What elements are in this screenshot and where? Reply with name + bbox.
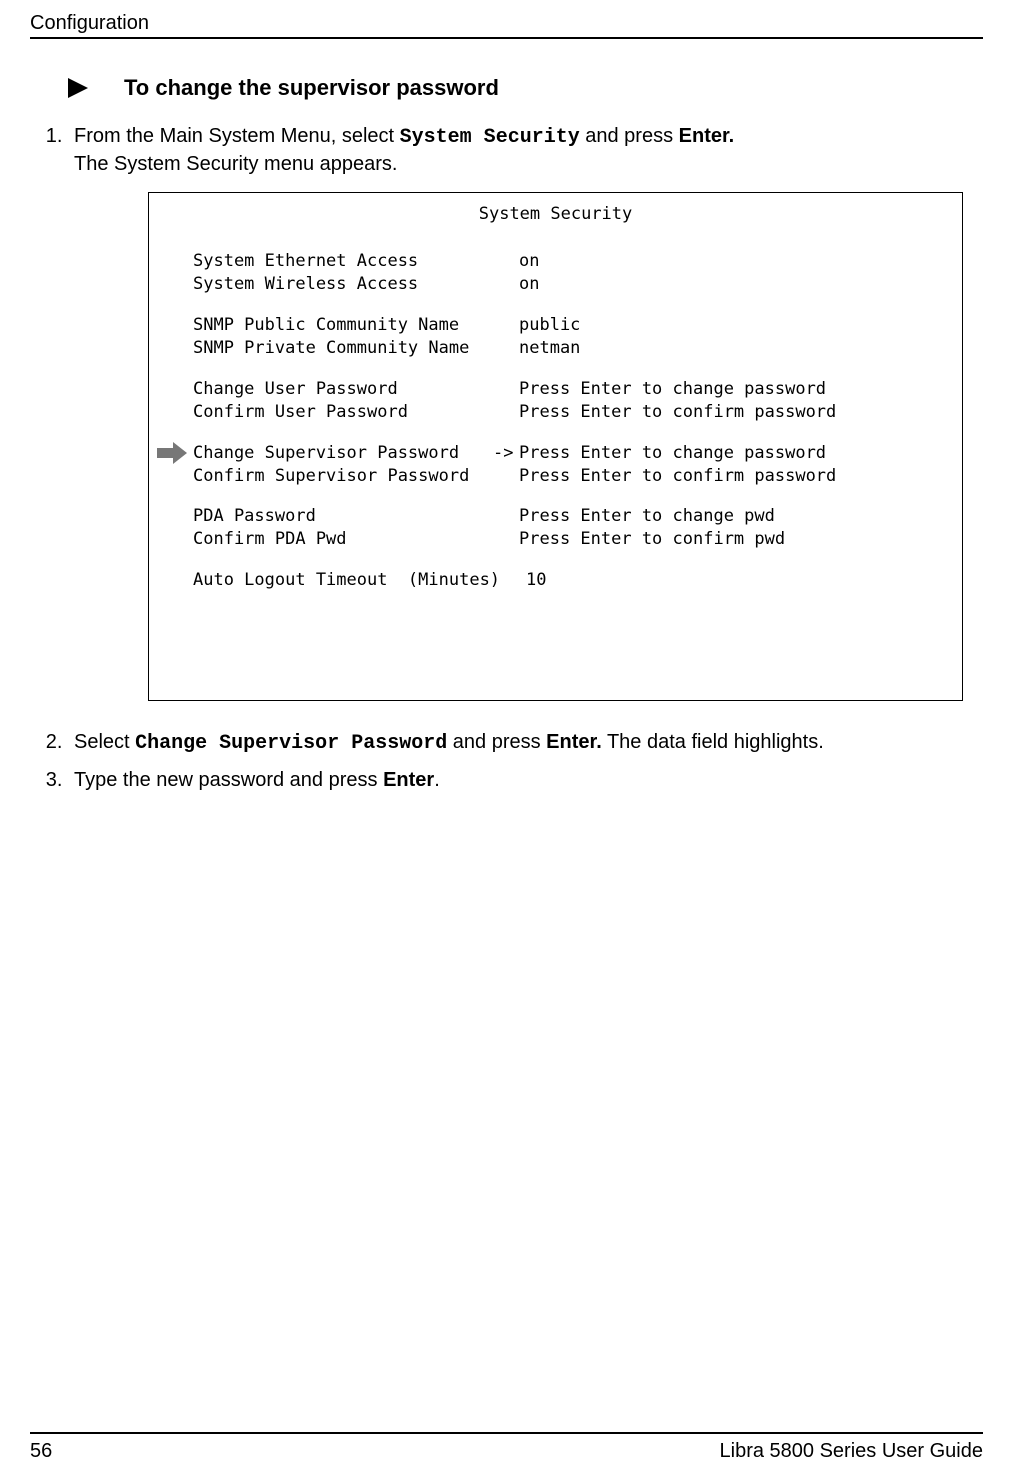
page-footer: 56 Libra 5800 Series User Guide <box>30 1432 983 1463</box>
terminal-label: Confirm User Password <box>193 401 493 424</box>
terminal-row: Auto Logout Timeout (Minutes) 10 <box>193 569 946 592</box>
running-header: Configuration <box>30 12 983 37</box>
terminal-block-2: Change User Password Press Enter to chang… <box>193 378 946 424</box>
footer-rule <box>30 1432 983 1434</box>
step-2-text-c: The data field highlights. <box>602 731 824 753</box>
step-1: From the Main System Menu, select System… <box>68 123 983 701</box>
terminal-row: SNMP Public Community Name public <box>193 314 946 337</box>
terminal-label: Confirm PDA Pwd <box>193 528 493 551</box>
terminal-row: PDA Password Press Enter to change pwd <box>193 505 946 528</box>
terminal-value: netman <box>519 337 946 360</box>
step-1-text-c: The System Security menu appears. <box>74 153 397 175</box>
step-2: Select Change Supervisor Password and pr… <box>68 729 983 757</box>
header-rule <box>30 37 983 39</box>
step-1-code: System Security <box>400 126 580 149</box>
terminal-label: Auto Logout Timeout (Minutes) <box>193 569 500 592</box>
terminal-arrow <box>493 505 519 528</box>
terminal-block-3: Change Supervisor Password->Press Enter … <box>161 442 946 488</box>
step-3: Type the new password and press Enter. <box>68 767 983 794</box>
step-1-ui: Enter. <box>679 125 735 147</box>
terminal-block-1: SNMP Public Community Name public SNMP Pr… <box>193 314 946 360</box>
terminal-arrow <box>493 401 519 424</box>
terminal-label: Confirm Supervisor Password <box>193 465 493 488</box>
step-1-text-b: and press <box>580 125 679 147</box>
terminal-row: Change Supervisor Password->Press Enter … <box>193 442 946 465</box>
terminal-label: Change User Password <box>193 378 493 401</box>
step-2-ui: Enter. <box>546 731 602 753</box>
procedure-wedge-icon <box>68 78 88 98</box>
terminal-block-0: System Ethernet Access on System Wireless… <box>193 250 946 296</box>
step-2-text-b: and press <box>447 731 546 753</box>
terminal-label: System Ethernet Access <box>193 250 493 273</box>
terminal-row: SNMP Private Community Name netman <box>193 337 946 360</box>
step-2-code: Change Supervisor Password <box>135 732 447 755</box>
terminal-arrow <box>493 273 519 296</box>
terminal-label: System Wireless Access <box>193 273 493 296</box>
terminal-label: Change Supervisor Password <box>193 442 493 465</box>
terminal-row: Change User Password Press Enter to chang… <box>193 378 946 401</box>
terminal-value: Press Enter to confirm password <box>519 401 946 424</box>
terminal-title: System Security <box>165 203 946 226</box>
terminal-value: Press Enter to change password <box>519 442 946 465</box>
terminal-label: SNMP Private Community Name <box>193 337 493 360</box>
terminal-label: SNMP Public Community Name <box>193 314 493 337</box>
terminal-arrow: -> <box>493 442 519 465</box>
terminal-arrow <box>493 250 519 273</box>
step-3-ui: Enter <box>383 769 434 791</box>
terminal-arrow <box>493 337 519 360</box>
terminal-row: System Ethernet Access on <box>193 250 946 273</box>
terminal-row: Confirm PDA Pwd Press Enter to confirm pw… <box>193 528 946 551</box>
terminal-label: PDA Password <box>193 505 493 528</box>
terminal-value: Press Enter to confirm pwd <box>519 528 946 551</box>
terminal-value: public <box>519 314 946 337</box>
terminal-value: on <box>519 250 946 273</box>
terminal-value: Press Enter to change password <box>519 378 946 401</box>
step-1-text-a: From the Main System Menu, select <box>74 125 400 147</box>
terminal-screenshot: System Security System Ethernet Access on… <box>148 192 963 701</box>
terminal-row: System Wireless Access on <box>193 273 946 296</box>
terminal-block-4: PDA Password Press Enter to change pwd Co… <box>193 505 946 551</box>
terminal-value: Press Enter to confirm password <box>519 465 946 488</box>
step-3-text-a: Type the new password and press <box>74 769 383 791</box>
step-2-text-a: Select <box>74 731 135 753</box>
terminal-arrow <box>493 378 519 401</box>
terminal-value: Press Enter to change pwd <box>519 505 946 528</box>
task-heading-row: To change the supervisor password <box>68 75 983 101</box>
terminal-row: Confirm User Password Press Enter to conf… <box>193 401 946 424</box>
terminal-arrow <box>493 314 519 337</box>
doc-title: Libra 5800 Series User Guide <box>720 1440 983 1463</box>
terminal-arrow <box>493 465 519 488</box>
terminal-row: Confirm Supervisor Password Press Enter t… <box>193 465 946 488</box>
terminal-arrow <box>500 569 526 592</box>
task-title: To change the supervisor password <box>124 75 499 101</box>
terminal-value: on <box>519 273 946 296</box>
terminal-value: 10 <box>526 569 946 592</box>
pointer-arrow-icon <box>157 442 187 464</box>
terminal-arrow <box>493 528 519 551</box>
page-number: 56 <box>30 1440 52 1463</box>
steps-list: From the Main System Menu, select System… <box>38 123 983 794</box>
step-3-text-b: . <box>434 769 440 791</box>
terminal-block-5: Auto Logout Timeout (Minutes) 10 <box>193 569 946 592</box>
